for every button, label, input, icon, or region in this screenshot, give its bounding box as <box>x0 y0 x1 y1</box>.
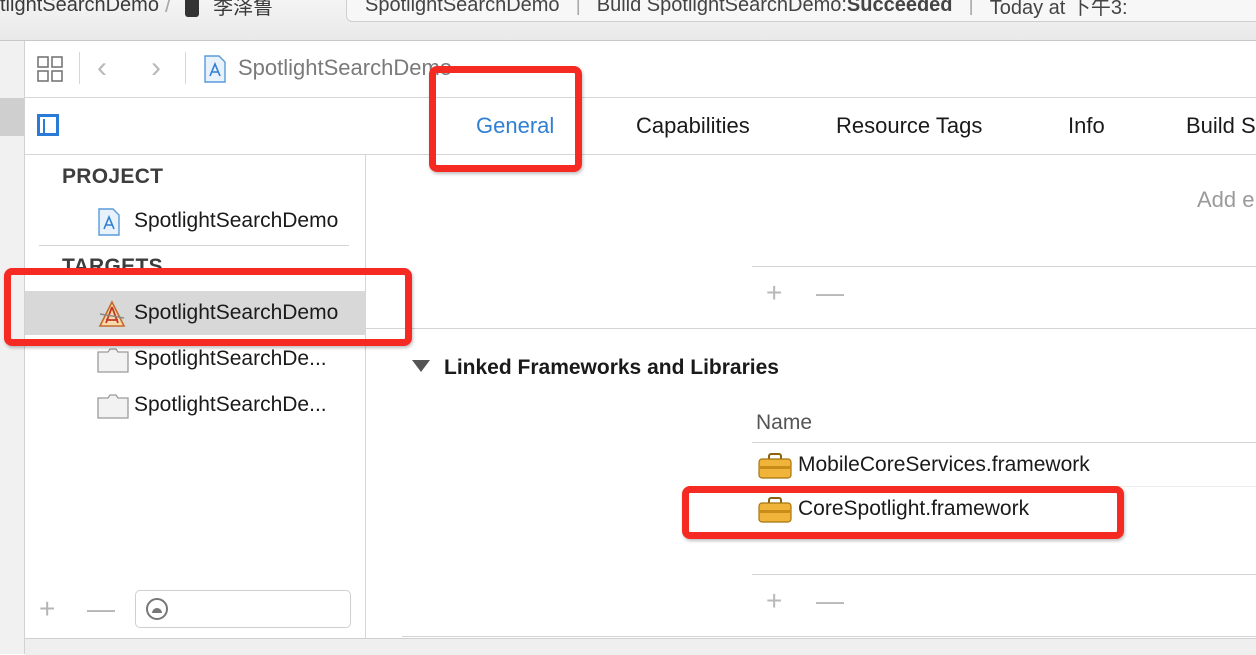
divider <box>402 636 1256 637</box>
status-project: SpotlightSearchDemo <box>365 0 560 16</box>
scheme-name: tlightSearchDemo <box>0 0 159 16</box>
test-bundle-icon <box>97 394 129 419</box>
tab-build-settings[interactable]: Build S <box>1186 113 1256 139</box>
framework-row[interactable]: CoreSpotlight.framework <box>752 487 1256 531</box>
sidebar-item-target-app[interactable]: SpotlightSearchDemo <box>25 291 365 335</box>
sidebar-toggle-icon[interactable] <box>37 114 59 136</box>
test-bundle-icon <box>97 348 129 373</box>
add-item-button[interactable]: + <box>766 279 782 307</box>
divider <box>752 266 1256 267</box>
sidebar-item-project[interactable]: SpotlightSearchDemo <box>25 199 365 243</box>
targets-section-header: TARGETS <box>62 255 163 278</box>
project-targets-sidebar: PROJECT SpotlightSearchDemo TARGETS Spot… <box>25 155 366 638</box>
sidebar-item-label: SpotlightSearchDemo <box>134 209 339 232</box>
framework-name: CoreSpotlight.framework <box>798 497 1030 520</box>
divider <box>752 574 1256 575</box>
xcode-project-icon <box>98 208 120 236</box>
navigator-strip-selection <box>0 98 24 136</box>
project-section-header: PROJECT <box>62 165 164 188</box>
scheme-selector[interactable]: tlightSearchDemo / 李泽鲁 <box>0 0 273 20</box>
bottom-bar <box>25 638 1256 655</box>
build-status-field: SpotlightSearchDemo | Build SpotlightSea… <box>346 0 1256 22</box>
status-time: Today at 下午3: <box>989 0 1128 19</box>
sidebar-item-label: SpotlightSearchDe... <box>134 393 327 416</box>
status-separator: | <box>575 0 581 16</box>
forward-chevron-icon[interactable]: › <box>151 51 161 85</box>
sidebar-item-label: SpotlightSearchDemo <box>134 301 339 324</box>
iphone-icon <box>185 0 200 17</box>
framework-row[interactable]: MobileCoreServices.framework <box>752 443 1256 487</box>
jump-bar-project[interactable]: SpotlightSearchDemo <box>238 55 452 81</box>
activity-bar: tlightSearchDemo / 李泽鲁 SpotlightSearchDe… <box>0 0 1256 41</box>
divider <box>79 52 80 84</box>
remove-framework-button[interactable]: — <box>816 587 844 615</box>
linked-frameworks-title: Linked Frameworks and Libraries <box>444 356 779 379</box>
back-chevron-icon[interactable]: ‹ <box>97 51 107 85</box>
add-target-button[interactable]: + <box>39 595 55 623</box>
editor-tab-bar: General Capabilities Resource Tags Info … <box>25 98 1256 155</box>
path-separator: / <box>164 0 172 17</box>
app-target-icon <box>98 300 126 327</box>
framework-toolbox-icon <box>758 453 792 479</box>
tab-capabilities[interactable]: Capabilities <box>636 113 750 139</box>
tab-general[interactable]: General <box>476 113 554 139</box>
related-items-grid-icon[interactable] <box>37 56 63 82</box>
divider <box>39 245 349 246</box>
add-framework-button[interactable]: + <box>766 587 782 615</box>
general-editor: Add e + — Linked Frameworks and Librarie… <box>366 155 1256 654</box>
add-placeholder-text: Add e <box>1197 187 1255 212</box>
disclosure-triangle-icon[interactable] <box>412 360 430 372</box>
sidebar-item-label: SpotlightSearchDe... <box>134 347 327 370</box>
tab-resource-tags[interactable]: Resource Tags <box>836 113 982 139</box>
sidebar-item-target-tests[interactable]: SpotlightSearchDe... <box>25 337 365 381</box>
remove-item-button[interactable]: — <box>816 279 844 307</box>
sidebar-item-target-uitests[interactable]: SpotlightSearchDe... <box>25 383 365 427</box>
status-build-prefix: Build SpotlightSearchDemo: <box>596 0 847 16</box>
filter-icon <box>146 598 168 620</box>
status-separator: | <box>968 0 974 16</box>
remove-target-button[interactable]: — <box>87 595 115 623</box>
framework-name: MobileCoreServices.framework <box>798 453 1090 476</box>
tab-info[interactable]: Info <box>1068 113 1105 139</box>
jump-bar: ‹ › SpotlightSearchDemo <box>25 41 1256 98</box>
device-name: 李泽鲁 <box>213 0 274 19</box>
navigator-strip <box>0 41 25 654</box>
column-header-name[interactable]: Name <box>756 411 812 435</box>
status-build-result: Succeeded <box>846 0 953 16</box>
section-divider <box>366 328 1256 329</box>
framework-toolbox-icon <box>758 497 792 523</box>
filter-field[interactable] <box>135 590 351 628</box>
xcode-project-icon <box>204 55 226 83</box>
divider <box>185 52 186 84</box>
